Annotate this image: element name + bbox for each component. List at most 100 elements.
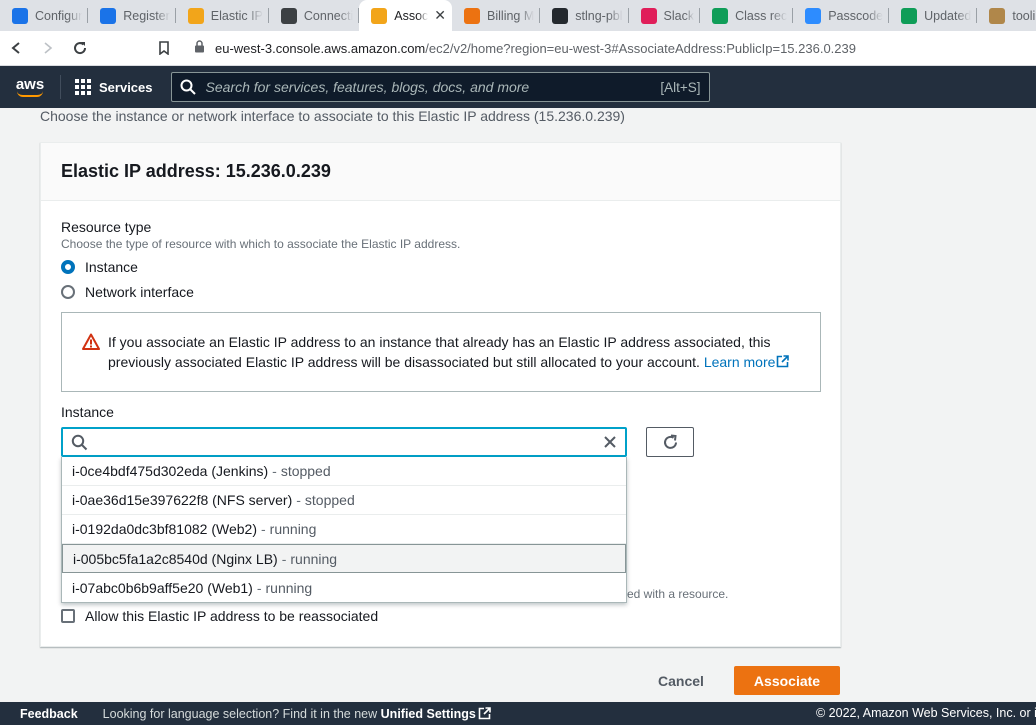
language-notice: Looking for language selection? Find it … (103, 707, 491, 721)
cancel-button[interactable]: Cancel (640, 668, 722, 694)
partial-help-text: ed with a resource. (627, 587, 729, 601)
services-label: Services (99, 79, 153, 95)
resource-type-description: Choose the type of resource with which t… (61, 237, 461, 251)
tab-label: Updated (924, 8, 972, 23)
tab-label: Connecti (303, 8, 354, 23)
tab-favicon-icon (901, 7, 918, 24)
unified-settings-link[interactable]: Unified Settings (381, 707, 491, 721)
instance-option[interactable]: i-0ae36d15e397622f8 (NFS server) - stopped (62, 486, 626, 515)
search-shortcut: [Alt+S] (660, 79, 701, 95)
aws-logo-text: aws (15, 75, 45, 93)
instance-option-state: running (290, 550, 338, 567)
panel-title: Elastic IP address: 15.236.0.239 (41, 143, 840, 201)
forward-arrow-icon (44, 42, 53, 54)
reload-icon (74, 42, 87, 55)
alert-message: If you associate an Elastic IP address t… (108, 332, 808, 372)
instance-search-input[interactable] (61, 427, 627, 457)
tab-favicon-icon (100, 7, 117, 24)
url-path: /ec2/v2/home?region=eu-west-3#AssociateA… (425, 40, 856, 56)
search-icon (180, 79, 196, 95)
option-separator: - (256, 579, 262, 596)
refresh-button[interactable] (646, 427, 694, 457)
radio-network-interface[interactable]: Network interface (61, 284, 194, 300)
instance-option[interactable]: i-07abc0b6b9aff5e20 (Web1) - running (62, 573, 626, 602)
instance-option[interactable]: i-005bc5fa1a2c8540d (Nginx LB) - running (62, 544, 626, 573)
clear-icon[interactable] (603, 435, 617, 449)
instance-option-id: i-0ce4bdf475d302eda (Jenkins) (72, 463, 269, 479)
tab-label: Billing M (487, 8, 535, 23)
browser-tab-strip: Configur Register Elastic IP Connecti Assoc ✕… (0, 0, 1036, 31)
option-separator: - (296, 492, 301, 508)
browser-tab[interactable]: Elastic IP (176, 0, 269, 31)
address-field[interactable]: eu-west-3.console.aws.amazon.com/ec2/v2/… (194, 40, 856, 56)
tab-favicon-icon (552, 7, 569, 24)
radio-instance-label: Instance (85, 259, 138, 275)
tab-label: Slack (663, 8, 695, 23)
reassociate-checkbox[interactable] (61, 609, 75, 623)
browser-tab[interactable]: Passcode (793, 0, 890, 31)
language-notice-text: Looking for language selection? Find it … (102, 706, 378, 721)
tab-label: Class rec (735, 8, 788, 23)
tab-label: Passcode (828, 8, 884, 23)
radio-instance[interactable]: Instance (61, 259, 138, 275)
radio-unchecked-icon[interactable] (61, 285, 75, 299)
copyright-text: © 2022, Amazon Web Services, Inc. or its… (816, 706, 1036, 720)
browser-tab[interactable]: Assoc ✕ (359, 0, 453, 31)
instance-option-state: running (265, 579, 313, 596)
instance-option-id: i-0192da0dc3bf81082 (Web2) (72, 521, 257, 537)
tab-label: Assoc (394, 8, 429, 23)
instance-label: Instance (61, 404, 114, 420)
search-placeholder: Search for services, features, blogs, do… (205, 79, 530, 95)
refresh-icon (663, 434, 677, 449)
instance-option-id: i-0ae36d15e397622f8 (NFS server) (72, 492, 293, 508)
unified-search-input[interactable]: Search for services, features, blogs, do… (170, 72, 710, 102)
instance-dropdown: i-0ce4bdf475d302eda (Jenkins) - stopped i-0… (61, 457, 627, 603)
page-subtitle: Choose the instance or network interface… (40, 108, 625, 124)
reload-button[interactable] (64, 33, 96, 63)
warning-icon (82, 333, 100, 350)
browser-tab[interactable]: Register (88, 0, 176, 31)
alert-text: If you associate an Elastic IP address t… (108, 334, 771, 370)
aws-smile-icon (17, 91, 43, 97)
instance-option-id: i-07abc0b6b9aff5e20 (Web1) (72, 579, 253, 596)
back-arrow-icon (11, 42, 20, 54)
bookmark-button[interactable] (148, 33, 180, 63)
browser-tab[interactable]: tooling_c (977, 0, 1036, 31)
tab-favicon-icon (989, 7, 1006, 24)
instance-option-state: stopped (280, 463, 331, 479)
services-menu-button[interactable]: Services (61, 79, 167, 95)
instance-option[interactable]: i-0ce4bdf475d302eda (Jenkins) - stopped (62, 457, 626, 486)
browser-tab[interactable]: Connecti (269, 0, 360, 31)
feedback-link[interactable]: Feedback (0, 707, 78, 721)
browser-tab[interactable]: Billing M (452, 0, 541, 31)
tab-favicon-icon (712, 7, 729, 24)
tab-close-icon[interactable]: ✕ (434, 7, 446, 24)
external-link-icon (777, 355, 790, 368)
instance-option-state: running (269, 521, 317, 537)
learn-more-label: Learn more (703, 354, 776, 370)
resource-type-label: Resource type (61, 219, 152, 235)
browser-tab[interactable]: Updated (889, 0, 978, 31)
browser-toolbar: eu-west-3.console.aws.amazon.com/ec2/v2/… (0, 31, 1036, 66)
tab-favicon-icon (464, 7, 481, 24)
aws-top-nav: aws Services Search for services, featur… (0, 66, 1036, 108)
tab-label: Elastic IP (210, 8, 263, 23)
browser-tab[interactable]: stlng-pbl (540, 0, 629, 31)
radio-checked-icon[interactable] (61, 260, 75, 274)
option-separator: - (281, 550, 287, 567)
unified-settings-label: Unified Settings (380, 706, 476, 721)
back-button[interactable] (0, 33, 32, 63)
browser-tab[interactable]: Slack (629, 0, 701, 31)
lock-icon (194, 40, 205, 56)
instance-option[interactable]: i-0192da0dc3bf81082 (Web2) - running (62, 515, 626, 544)
reassociate-checkbox-row[interactable]: Allow this Elastic IP address to be reas… (61, 608, 378, 624)
instance-search-field[interactable] (94, 429, 603, 455)
associate-button[interactable]: Associate (734, 666, 840, 695)
aws-logo[interactable]: aws (0, 66, 60, 108)
learn-more-link[interactable]: Learn more (704, 354, 790, 370)
browser-tab[interactable]: Class rec (700, 0, 794, 31)
radio-network-interface-label: Network interface (85, 284, 194, 300)
grid-icon (75, 79, 91, 95)
forward-button[interactable] (32, 33, 64, 63)
browser-tab[interactable]: Configur (0, 0, 89, 31)
